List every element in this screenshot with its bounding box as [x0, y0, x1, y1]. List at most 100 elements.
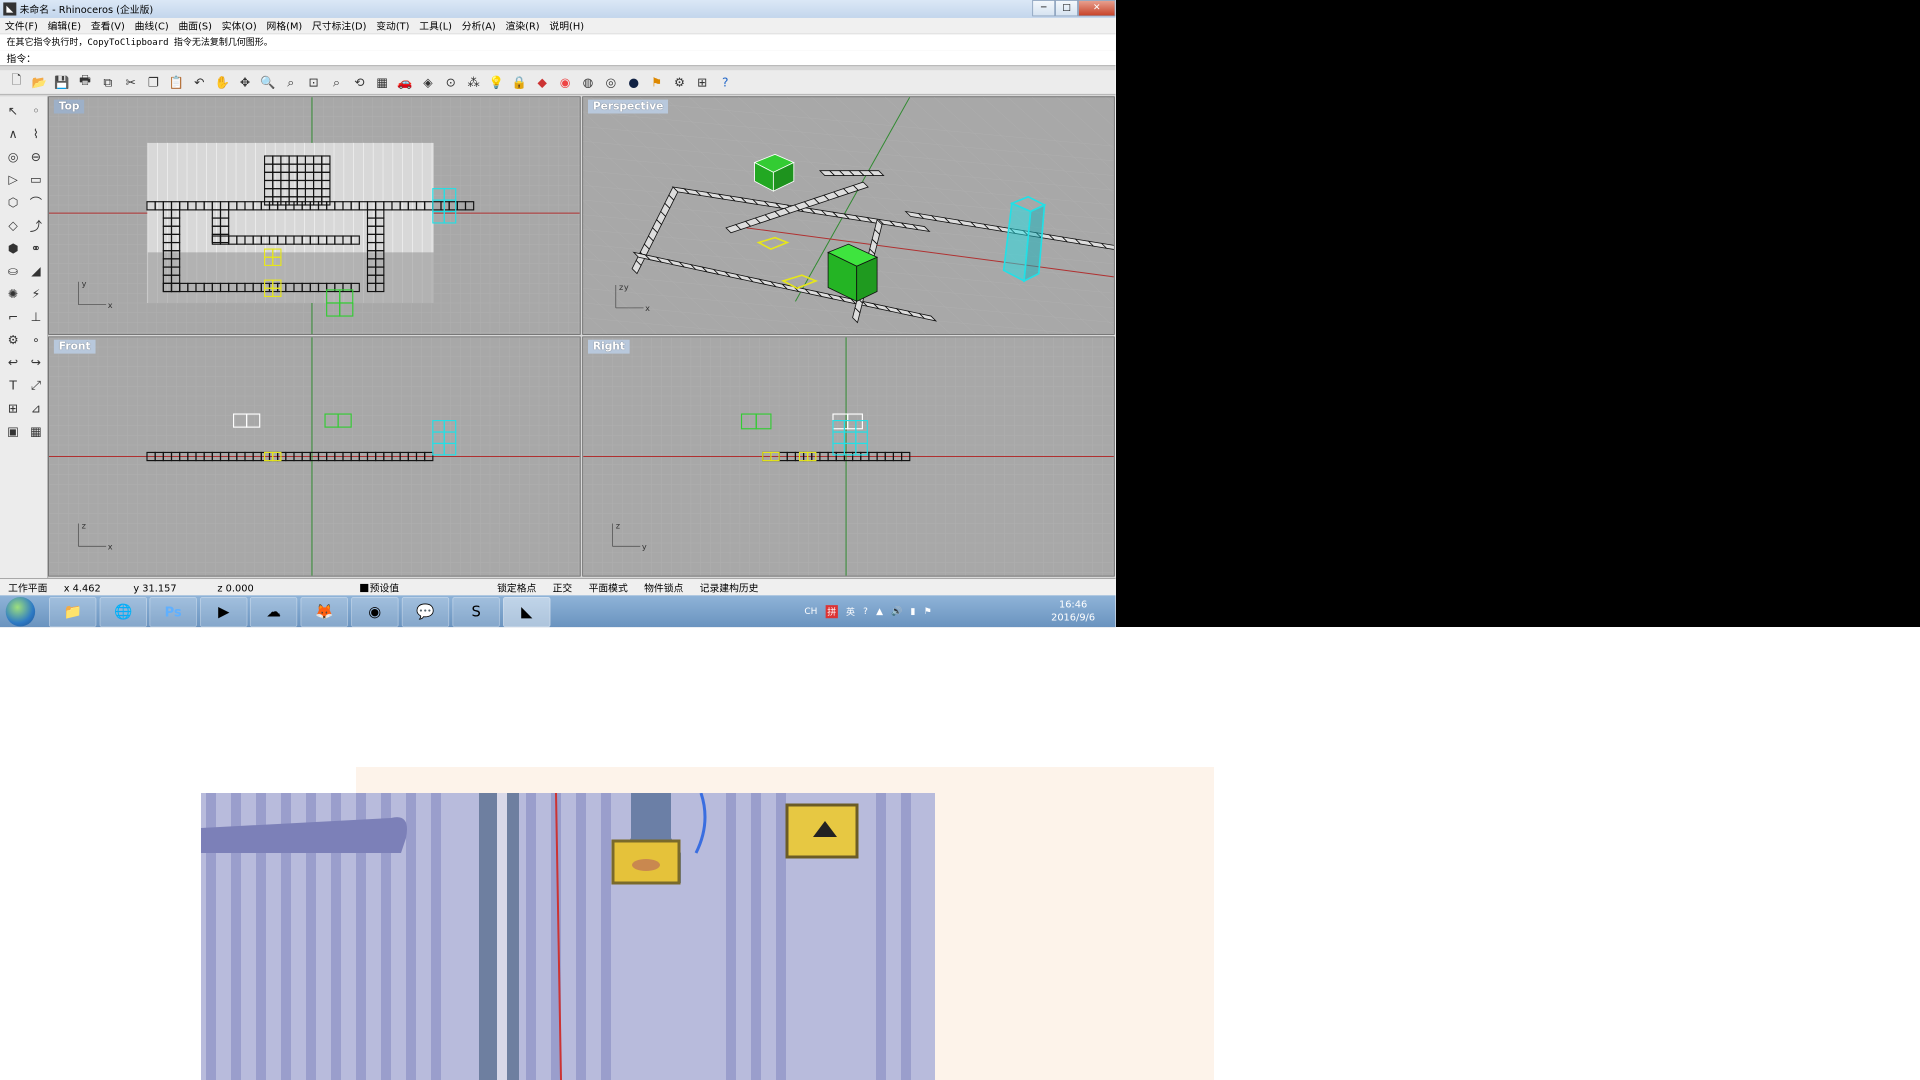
command-input[interactable] — [35, 52, 1020, 64]
fillet-icon[interactable]: ⌒ — [26, 193, 46, 213]
app-taskbar-icon[interactable]: 🌐 — [99, 596, 147, 628]
block-icon[interactable]: ▣ — [3, 421, 23, 441]
points-icon[interactable]: ⁂ — [464, 72, 484, 92]
status-planar[interactable]: 平面模式 — [580, 581, 636, 595]
rectangle-icon[interactable]: ▭ — [26, 170, 46, 190]
explorer-taskbar-icon[interactable]: 📁 — [48, 596, 97, 628]
print-icon[interactable]: 🖶 — [75, 72, 95, 92]
scale-icon[interactable]: ⤢ — [26, 376, 46, 396]
light-icon[interactable]: 💡 — [487, 72, 507, 92]
taskbar-clock[interactable]: 16:46 2016/9/6 — [1040, 598, 1105, 624]
menu-surface[interactable]: 曲面(S) — [174, 19, 217, 33]
polyline-icon[interactable]: ∧ — [3, 124, 23, 144]
zoom-window-icon[interactable]: ⌕ — [281, 72, 301, 92]
firefox-taskbar-icon[interactable]: 🦊 — [300, 596, 348, 628]
menu-file[interactable]: 文件(F) — [0, 19, 43, 33]
tray-mode[interactable]: 英 — [846, 605, 855, 618]
minimize-button[interactable]: ─ — [1032, 0, 1056, 17]
zoom-extents-icon[interactable]: ⊡ — [304, 72, 324, 92]
globe-icon[interactable]: ◎ — [601, 72, 621, 92]
tray-help-icon[interactable]: ? — [863, 606, 868, 617]
ellipse-icon[interactable]: ⊖ — [26, 147, 46, 167]
viewport-front-label[interactable]: Front — [53, 339, 96, 354]
boolean-icon[interactable]: ⚭ — [26, 238, 46, 258]
open-icon[interactable]: 📂 — [29, 72, 49, 92]
trim-icon[interactable]: ⌐ — [3, 307, 23, 327]
menu-analyze[interactable]: 分析(A) — [457, 19, 501, 33]
tray-ime[interactable]: 拼 — [825, 604, 838, 618]
layer-swatch-icon[interactable] — [359, 583, 369, 592]
help-icon[interactable]: ? — [715, 72, 735, 92]
tray-lang[interactable]: CH — [804, 606, 817, 617]
sphere-icon[interactable]: ◍ — [578, 72, 598, 92]
join-icon[interactable]: ⊥ — [26, 307, 46, 327]
chrome-taskbar-icon[interactable]: ◉ — [351, 596, 399, 628]
menu-edit[interactable]: 编辑(E) — [43, 19, 86, 33]
group-icon[interactable]: ⚙ — [3, 330, 23, 350]
array-icon[interactable]: ∘ — [26, 330, 46, 350]
cplane-icon[interactable]: ▦ — [26, 421, 46, 441]
viewport-right[interactable]: zy Right — [582, 336, 1115, 577]
shade-icon[interactable]: ◈ — [418, 72, 438, 92]
rhino-taskbar-icon[interactable]: ◣ — [503, 596, 551, 628]
tray-flag-icon[interactable]: ⚑ — [924, 606, 932, 617]
save-icon[interactable]: 💾 — [52, 72, 72, 92]
player-taskbar-icon[interactable]: ▶ — [200, 596, 248, 628]
extrude-icon[interactable]: ⤴ — [26, 216, 46, 236]
zoom-icon[interactable]: 🔍 — [258, 72, 278, 92]
menu-tools[interactable]: 工具(L) — [414, 19, 457, 33]
surface-icon[interactable]: ◇ — [3, 216, 23, 236]
status-ortho[interactable]: 正交 — [544, 581, 580, 595]
text-icon[interactable]: T — [3, 376, 23, 396]
maximize-button[interactable]: □ — [1055, 0, 1078, 17]
status-history[interactable]: 记录建构历史 — [692, 581, 767, 595]
mesh-icon[interactable]: ◢ — [26, 261, 46, 281]
cloud-taskbar-icon[interactable]: ☁ — [249, 596, 298, 628]
grid-icon[interactable]: ▦ — [372, 72, 392, 92]
chat-taskbar-icon[interactable]: 💬 — [401, 596, 450, 628]
point-icon[interactable]: ◦ — [26, 101, 46, 121]
menu-solid[interactable]: 实体(O) — [217, 19, 262, 33]
menu-transform[interactable]: 变动(T) — [371, 19, 414, 33]
explode-icon[interactable]: ✺ — [3, 284, 23, 304]
polygon-icon[interactable]: ⬡ — [3, 193, 23, 213]
box-icon[interactable]: ⬢ — [3, 238, 23, 258]
viewport-front[interactable]: zx Front — [48, 336, 581, 577]
status-snap[interactable]: 锁定格点 — [489, 581, 545, 595]
menu-mesh[interactable]: 网格(M) — [262, 19, 308, 33]
menu-curve[interactable]: 曲线(C) — [130, 19, 174, 33]
tray-network-icon[interactable]: ▮ — [911, 606, 916, 617]
zoom-selected-icon[interactable]: ⌕ — [327, 72, 347, 92]
status-cplane[interactable]: 工作平面 — [0, 581, 56, 595]
viewport-perspective-label[interactable]: Perspective — [587, 99, 669, 114]
tray-arrow-icon[interactable]: ▲ — [876, 606, 883, 617]
material-icon[interactable]: ● — [624, 72, 644, 92]
viewport-top-label[interactable]: Top — [53, 99, 85, 114]
export-icon[interactable]: ⧉ — [98, 72, 118, 92]
settings-icon[interactable]: ⚙ — [670, 72, 690, 92]
photoshop-taskbar-icon[interactable]: Ps — [149, 596, 197, 628]
status-osnap[interactable]: 物件锁点 — [636, 581, 692, 595]
bend-icon[interactable]: ↩ — [3, 353, 23, 373]
sketchup-taskbar-icon[interactable]: S — [452, 596, 500, 628]
new-icon[interactable]: 🗋 — [7, 72, 27, 92]
flag-icon[interactable]: ⚑ — [647, 72, 667, 92]
menu-help[interactable]: 说明(H) — [544, 19, 588, 33]
render-icon[interactable]: ◆ — [532, 72, 552, 92]
viewport-perspective[interactable]: z x y Perspective — [582, 96, 1115, 335]
split-icon[interactable]: ⚡ — [26, 284, 46, 304]
viewport-right-label[interactable]: Right — [587, 339, 630, 354]
car-icon[interactable]: 🚗 — [395, 72, 415, 92]
lock-icon[interactable]: 🔒 — [510, 72, 530, 92]
undo-icon[interactable]: ↶ — [189, 72, 209, 92]
layout-icon[interactable]: ⊞ — [3, 399, 23, 419]
paste-icon[interactable]: 📋 — [167, 72, 187, 92]
circle-icon[interactable]: ◎ — [3, 147, 23, 167]
viewport-top[interactable]: yx Top — [48, 96, 581, 335]
color-icon[interactable]: ◉ — [555, 72, 575, 92]
rotate-icon[interactable]: ⟲ — [350, 72, 370, 92]
snap-icon[interactable]: ⊙ — [441, 72, 461, 92]
menu-dimension[interactable]: 尺寸标注(D) — [307, 19, 371, 33]
status-layer[interactable]: 预设值 — [368, 581, 407, 595]
start-button[interactable] — [5, 596, 36, 627]
